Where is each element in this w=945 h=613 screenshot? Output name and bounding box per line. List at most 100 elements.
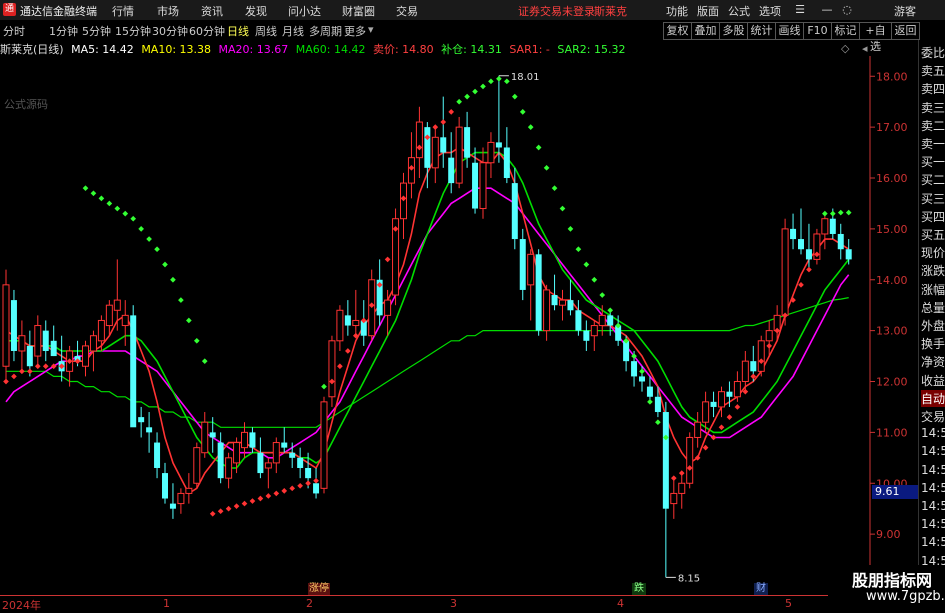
candle-body-down bbox=[10, 300, 17, 351]
period-intraday[interactable]: 分时 bbox=[3, 23, 25, 39]
date-tick: 5 bbox=[785, 597, 792, 610]
menu-wealth-circle[interactable]: 财富圈 bbox=[342, 3, 375, 19]
candle-body-up bbox=[765, 330, 773, 342]
sar-dot bbox=[384, 256, 391, 263]
candle-body-down bbox=[313, 483, 320, 494]
menu-formula[interactable]: 公式 bbox=[728, 3, 750, 19]
sar-dot bbox=[297, 482, 303, 489]
sar-dot bbox=[321, 383, 327, 390]
period-monthly[interactable]: 月线 bbox=[282, 23, 304, 39]
expand-icon[interactable]: ◂ bbox=[862, 42, 868, 55]
candle-body-up bbox=[193, 447, 201, 484]
sar-dot bbox=[186, 317, 192, 324]
menu-layout[interactable]: 版面 bbox=[697, 3, 719, 19]
title-bar: 通 通达信金融终端 行情 市场 资讯 发现 问小达 财富圈 交易 证券交易未登录… bbox=[0, 0, 945, 20]
minimize-icon[interactable]: — bbox=[820, 3, 834, 16]
candle-body-up bbox=[185, 487, 193, 494]
candle-body-down bbox=[829, 218, 836, 234]
sar-dot bbox=[233, 503, 240, 509]
candle-body-up bbox=[487, 141, 495, 164]
candle-body-up bbox=[741, 360, 749, 383]
date-tick: 2 bbox=[306, 597, 313, 610]
price-tick-label: 17.00 bbox=[876, 121, 908, 134]
toolbar-adjust-button[interactable]: 复权 bbox=[663, 22, 692, 40]
menu-market-quotes[interactable]: 行情 bbox=[112, 3, 134, 19]
candle-body-up bbox=[233, 442, 241, 464]
sar-dot bbox=[178, 297, 184, 303]
skin-icon[interactable]: ☰ bbox=[792, 3, 808, 16]
toolbar-draw-button[interactable]: 画线 bbox=[775, 22, 804, 40]
settings-icon[interactable]: ◇ bbox=[841, 42, 849, 55]
candle-body-down bbox=[646, 386, 653, 397]
quote-panel-label: 外盘 bbox=[921, 319, 945, 333]
quote-panel-label: 卖二 bbox=[921, 118, 945, 133]
menu-options[interactable]: 选项 bbox=[759, 3, 781, 19]
quote-panel-label: 14:56 bbox=[921, 499, 945, 513]
period-5min[interactable]: 5分钟 bbox=[82, 23, 111, 39]
chat-icon[interactable]: ◌ bbox=[840, 3, 854, 16]
menu-discover[interactable]: 发现 bbox=[245, 3, 267, 19]
price-tick-label: 18.00 bbox=[876, 70, 908, 83]
menu-trade[interactable]: 交易 bbox=[396, 3, 418, 19]
toolbar-add-watchlist-button[interactable]: +自选 bbox=[859, 22, 892, 53]
period-more-chevron-icon[interactable]: ▾ bbox=[368, 23, 374, 36]
sar-dot bbox=[845, 209, 852, 216]
date-tick: 1 bbox=[163, 597, 170, 610]
candle-body-down bbox=[472, 162, 479, 209]
candle-body-up bbox=[733, 381, 741, 398]
toolbar-f10-button[interactable]: F10 bbox=[803, 22, 832, 40]
legend-stock-name: 斯莱克(日线) bbox=[0, 43, 64, 56]
sar-dot bbox=[527, 124, 534, 130]
sar-dot bbox=[289, 485, 296, 492]
sar-dot bbox=[265, 493, 272, 499]
toolbar-mark-button[interactable]: 标记 bbox=[831, 22, 860, 40]
period-multi[interactable]: 多周期 bbox=[309, 23, 342, 39]
sar-dot bbox=[734, 404, 741, 410]
user-guest[interactable]: 游客 bbox=[894, 3, 916, 19]
candle-body-up bbox=[241, 431, 248, 449]
period-daily[interactable]: 日线 bbox=[227, 23, 249, 39]
toolbar-overlay-button[interactable]: 叠加 bbox=[691, 22, 720, 40]
period-60min[interactable]: 60分钟 bbox=[189, 23, 225, 39]
candle-body-up bbox=[82, 345, 89, 367]
sar-dot bbox=[575, 246, 582, 253]
legend-ma60: MA60: 14.42 bbox=[295, 43, 366, 56]
menu-ask-xiaoda[interactable]: 问小达 bbox=[288, 3, 321, 19]
event-finance-badge[interactable]: 财 bbox=[754, 583, 768, 595]
event-limit-down-badge[interactable]: 跌 bbox=[632, 583, 646, 595]
toolbar-multi-stock-button[interactable]: 多股 bbox=[719, 22, 748, 40]
candle-body-up bbox=[328, 340, 336, 398]
login-notice[interactable]: 证券交易未登录 bbox=[518, 3, 595, 19]
candle-body-down bbox=[289, 452, 296, 458]
candle-body-up bbox=[598, 314, 606, 327]
menu-market[interactable]: 市场 bbox=[157, 3, 179, 19]
candle-body-up bbox=[272, 442, 280, 464]
quote-panel-label: 买二 bbox=[921, 173, 945, 188]
sar-dot bbox=[647, 399, 653, 405]
toolbar-back-button[interactable]: 返回 bbox=[891, 22, 920, 40]
candle-body-up bbox=[264, 462, 272, 469]
sar-dot bbox=[193, 337, 200, 344]
event-limit-up-badge[interactable]: 涨停 bbox=[308, 583, 330, 595]
quote-panel-label: 14:56 bbox=[921, 462, 945, 477]
sar-dot bbox=[480, 83, 486, 90]
legend-ma10: MA10: 13.38 bbox=[141, 43, 212, 56]
date-axis: 2024年 1 2 3 4 5 bbox=[0, 595, 918, 612]
period-more[interactable]: 更多 bbox=[344, 23, 366, 39]
quote-panel-label: 委比 bbox=[921, 46, 945, 60]
menu-function[interactable]: 功能 bbox=[666, 3, 688, 19]
period-30min[interactable]: 30分钟 bbox=[152, 23, 188, 39]
toolbar-statistics-button[interactable]: 统计 bbox=[747, 22, 776, 40]
period-1min[interactable]: 1分钟 bbox=[49, 23, 78, 39]
price-tick-label: 14.00 bbox=[876, 274, 908, 287]
candle-body-up bbox=[34, 325, 42, 357]
sar-dot bbox=[273, 490, 280, 497]
period-weekly[interactable]: 周线 bbox=[255, 23, 277, 39]
current-price-badge: 9.61 bbox=[872, 485, 921, 499]
menu-news[interactable]: 资讯 bbox=[201, 3, 223, 19]
period-15min[interactable]: 15分钟 bbox=[115, 23, 151, 39]
sar-dot bbox=[535, 144, 542, 151]
sar-dot bbox=[448, 109, 455, 115]
candle-body-down bbox=[154, 442, 161, 468]
kline-chart[interactable]: 18.00 17.00 16.00 15.00 14.00 13.00 12.00 11.00… bbox=[0, 56, 918, 595]
